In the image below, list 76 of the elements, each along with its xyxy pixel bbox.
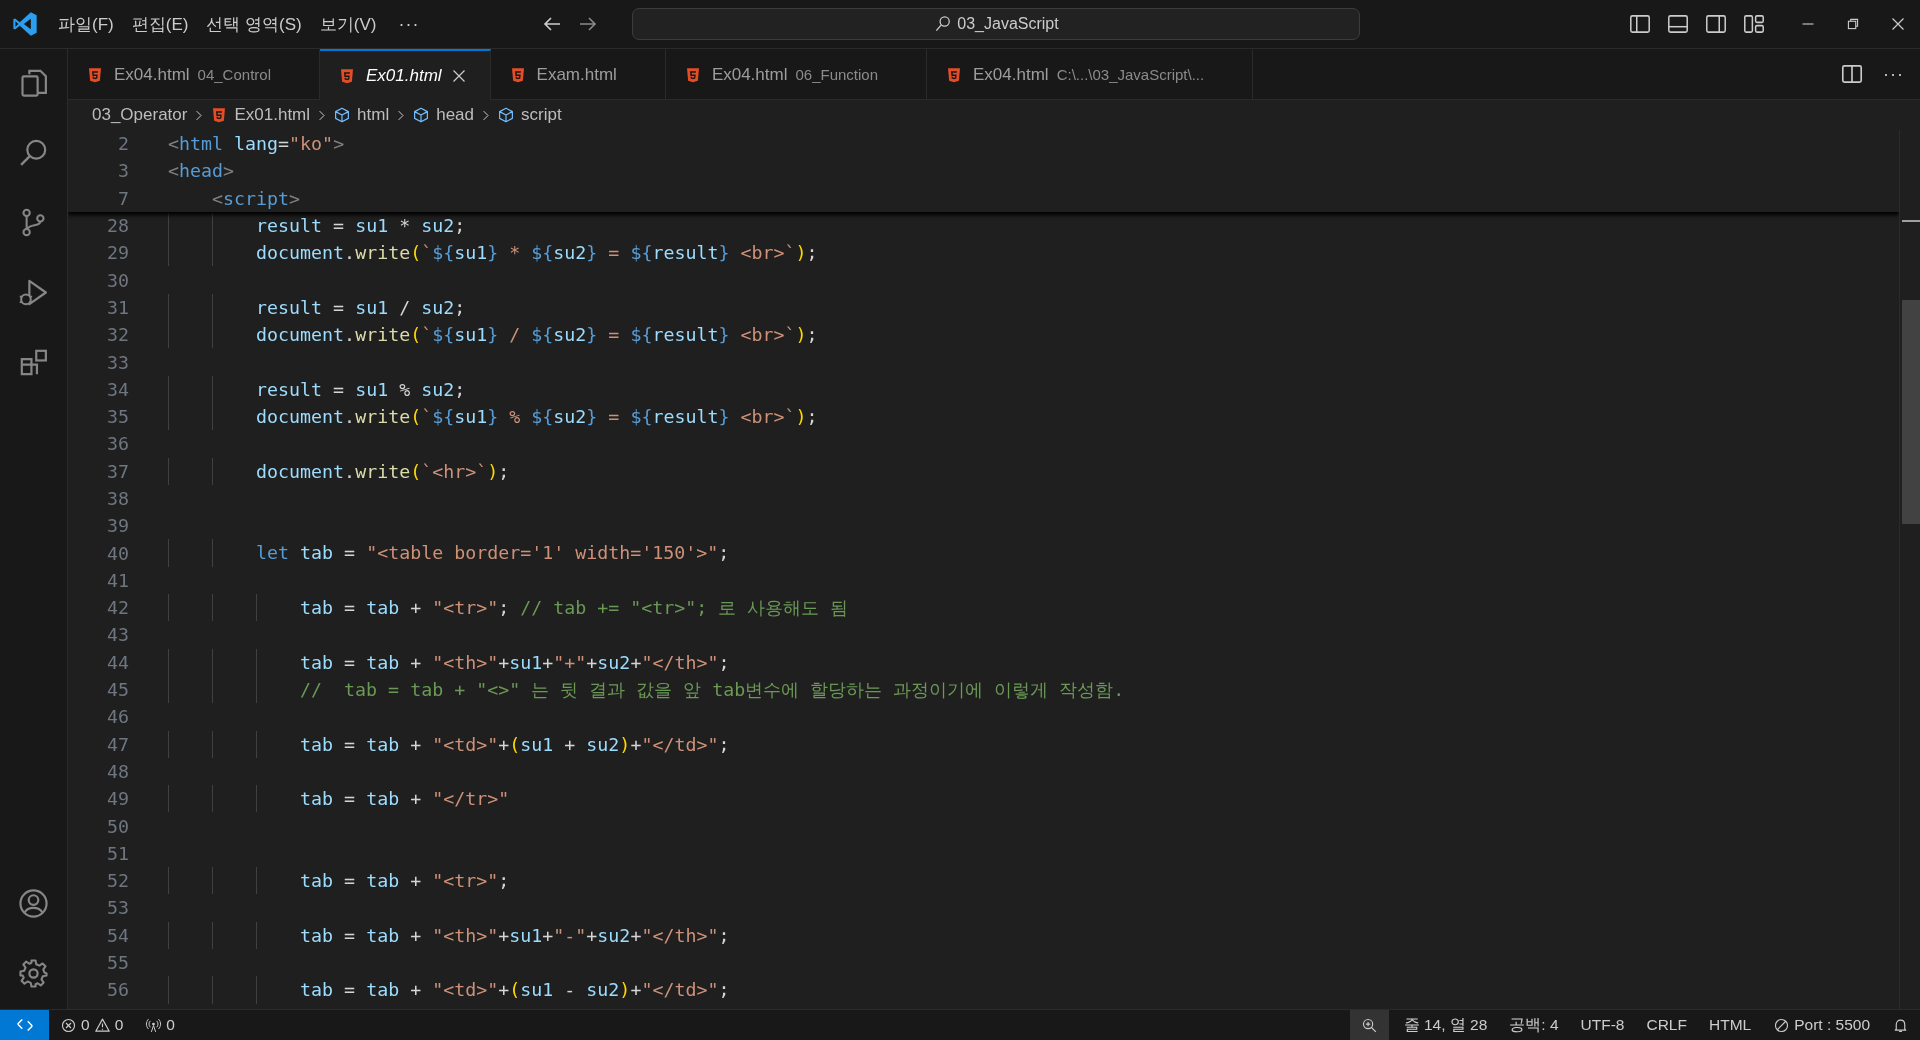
code-line: <head> — [168, 159, 235, 184]
line-number: 50 — [106, 815, 130, 837]
line-number: 47 — [106, 733, 130, 755]
line-number: 49 — [106, 788, 130, 810]
line-number: 44 — [106, 651, 130, 673]
status-item[interactable]: UTF-8 — [1569, 1010, 1636, 1040]
code-line: <script> — [211, 186, 301, 211]
remote-button[interactable] — [0, 1010, 49, 1040]
zoom-button[interactable] — [1349, 1010, 1389, 1040]
line-number: 34 — [106, 378, 130, 400]
blocked-icon — [1773, 1016, 1791, 1034]
line-number: 46 — [106, 706, 130, 728]
line-number: 48 — [106, 760, 130, 782]
line-number: 54 — [106, 924, 130, 946]
line-number: 32 — [106, 324, 130, 346]
scrollbar[interactable] — [1899, 130, 1920, 1009]
line-number: 52 — [106, 870, 130, 892]
html-file-icon — [338, 66, 356, 85]
more-menu-button[interactable]: ··· — [389, 9, 429, 39]
line-number: 39 — [106, 515, 130, 537]
cube-icon — [497, 106, 515, 124]
line-number: 31 — [106, 296, 130, 318]
line-number: 2 — [117, 133, 130, 155]
line-number: 45 — [106, 679, 130, 701]
editor-tab[interactable]: Ex04.html C:\...\03_JavaScript\... — [927, 49, 1254, 99]
status-item[interactable]: HTML — [1697, 1010, 1763, 1040]
line-number: 30 — [106, 269, 130, 291]
cube-icon — [412, 106, 431, 124]
status-item[interactable]: 공백: 4 — [1498, 1010, 1570, 1040]
line-number: 38 — [106, 488, 130, 509]
menu-item[interactable]: 파일(F) — [49, 8, 123, 40]
code-line: <html lang="ko"> — [168, 132, 345, 156]
line-number: 3 — [117, 160, 130, 182]
editor-tab[interactable]: Exam.html — [490, 49, 666, 99]
editor-tab[interactable]: Ex04.html 04_Control — [68, 49, 320, 99]
menu-item[interactable]: 선택 영역(S) — [197, 8, 311, 40]
problems-button[interactable]: 0 0 — [49, 1010, 135, 1040]
live-server-button[interactable]: Port : 5500 — [1762, 1010, 1881, 1040]
line-number: 55 — [106, 952, 130, 974]
error-icon — [60, 1016, 77, 1034]
breadcrumb-item[interactable]: head — [412, 105, 474, 125]
line-number: 29 — [106, 242, 130, 264]
line-number: 51 — [106, 842, 130, 864]
menu-item[interactable]: 편집(E) — [122, 8, 198, 40]
breadcrumb-item[interactable]: 03_Operator — [92, 105, 188, 125]
breadcrumb-item[interactable]: script — [497, 105, 562, 125]
ports-button[interactable]: 0 — [134, 1010, 186, 1040]
command-center-search[interactable]: 03_JavaScript — [632, 8, 1360, 40]
status-item[interactable]: CRLF — [1635, 1010, 1698, 1040]
broadcast-icon — [145, 1016, 163, 1034]
line-number: 33 — [106, 351, 130, 373]
line-number: 35 — [106, 406, 130, 428]
line-number: 37 — [106, 460, 130, 482]
line-number: 53 — [106, 897, 130, 919]
editor-tab[interactable]: Ex04.html 06_Function — [665, 49, 928, 99]
breadcrumb-item[interactable]: html — [333, 105, 390, 125]
line-number: 28 — [106, 215, 130, 237]
line-number: 42 — [106, 597, 130, 619]
more-actions-button[interactable]: ··· — [1879, 61, 1908, 87]
line-number: 43 — [106, 624, 130, 646]
zoom-in-icon — [1360, 1016, 1378, 1034]
line-number: 36 — [106, 433, 130, 455]
app-logo-icon — [11, 10, 39, 38]
line-number: 7 — [117, 187, 130, 209]
line-number: 56 — [106, 979, 130, 1001]
status-item[interactable]: 줄 14, 열 28 — [1392, 1010, 1499, 1040]
cube-icon — [333, 106, 352, 124]
account-icon[interactable] — [17, 887, 50, 920]
warning-icon — [93, 1016, 111, 1034]
html-file-icon — [86, 65, 104, 84]
breadcrumb-item[interactable]: Ex01.html — [210, 105, 311, 125]
menu-item[interactable]: 보기(V) — [310, 8, 386, 40]
line-number: 41 — [106, 569, 130, 591]
line-number: 40 — [106, 542, 130, 564]
settings-icon[interactable] — [17, 957, 50, 990]
editor-tab[interactable]: Ex01.html — [320, 49, 491, 100]
